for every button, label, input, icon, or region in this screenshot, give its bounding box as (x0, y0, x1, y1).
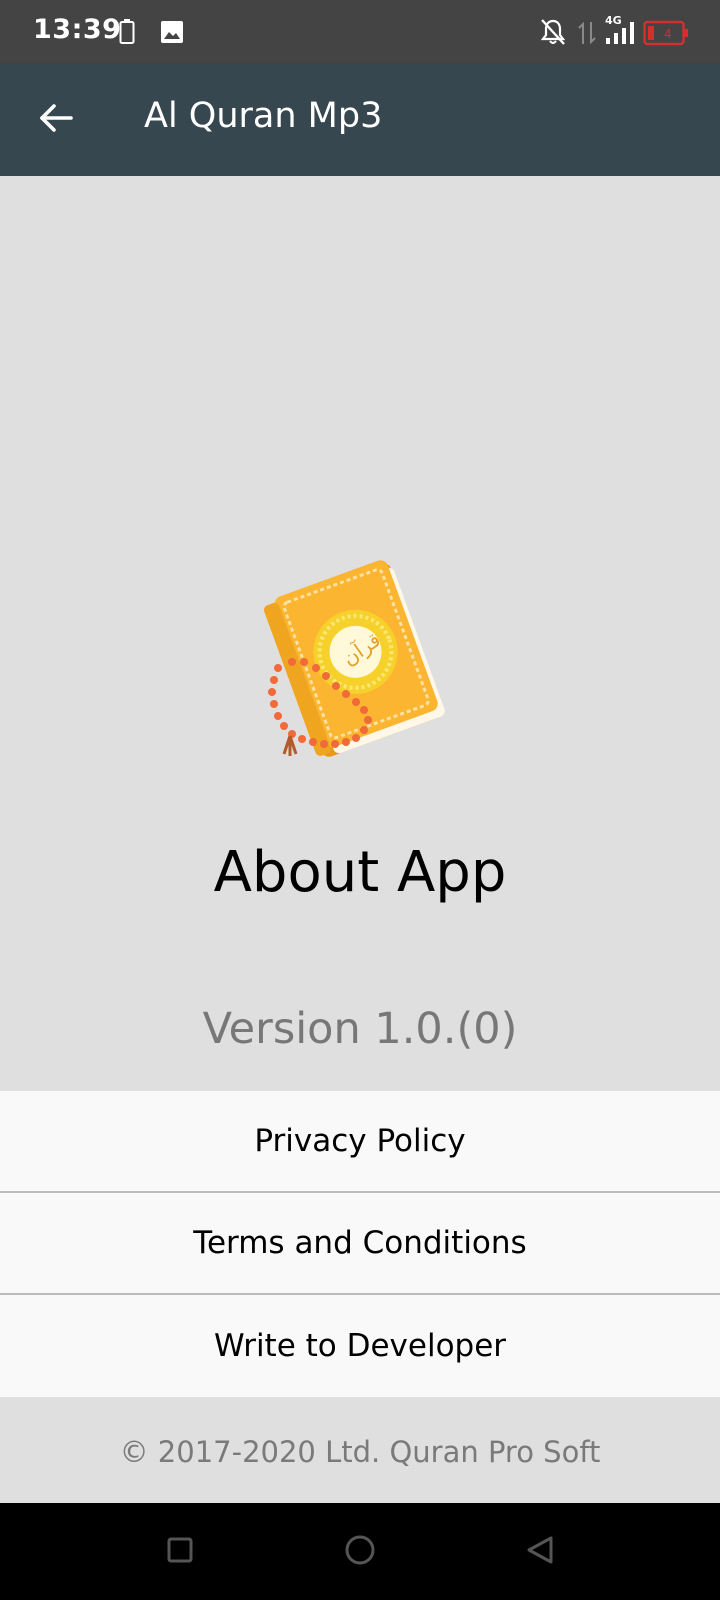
about-content: قرآن About App Version 1.0.(0) (0, 176, 720, 1091)
privacy-policy-button[interactable]: Privacy Policy (0, 1091, 720, 1193)
system-navigation-bar (0, 1503, 720, 1600)
about-menu: Privacy Policy Terms and Conditions Writ… (0, 1091, 720, 1397)
battery-low-icon: 4 (643, 20, 689, 51)
app-bar: Al Quran Mp3 (0, 64, 720, 176)
svg-text:4: 4 (664, 27, 672, 41)
status-time: 13:39 (33, 14, 122, 45)
home-circle-icon (343, 1533, 377, 1572)
battery-outline-icon (119, 19, 135, 50)
recents-button[interactable] (155, 1527, 205, 1577)
image-icon (160, 20, 184, 49)
data-arrows-icon (578, 20, 596, 51)
write-to-developer-button[interactable]: Write to Developer (0, 1295, 720, 1397)
back-triangle-icon (524, 1534, 556, 1571)
back-nav-button[interactable] (515, 1527, 565, 1577)
home-button[interactable] (335, 1527, 385, 1577)
copyright-text: © 2017-2020 Ltd. Quran Pro Soft (0, 1401, 720, 1503)
notifications-off-icon (540, 18, 566, 51)
back-button[interactable] (28, 92, 84, 148)
about-heading: About App (213, 840, 507, 905)
quran-book-logo: قرآن (263, 558, 460, 778)
status-bar: 13:39 4G 4 (0, 0, 720, 64)
version-label: Version 1.0.(0) (202, 1004, 518, 1054)
recents-square-icon (165, 1535, 195, 1570)
arrow-back-icon (38, 102, 74, 139)
terms-and-conditions-button[interactable]: Terms and Conditions (0, 1193, 720, 1295)
app-title: Al Quran Mp3 (144, 96, 383, 136)
signal-4g-icon: 4G (603, 14, 639, 46)
